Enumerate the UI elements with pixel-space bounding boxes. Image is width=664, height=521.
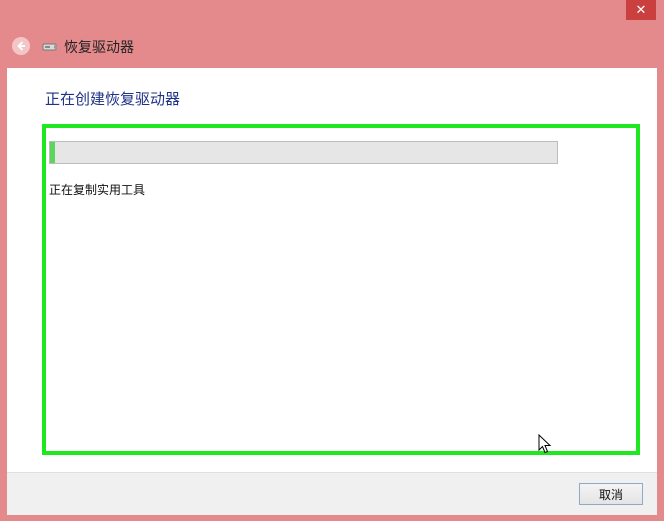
- window-title: 恢复驱动器: [64, 40, 134, 56]
- title-bar: 恢复驱动器: [0, 28, 664, 64]
- close-button[interactable]: ✕: [626, 0, 656, 20]
- mouse-cursor-icon: [538, 434, 552, 454]
- footer-bar: 取消: [7, 472, 657, 515]
- cancel-button[interactable]: 取消: [579, 483, 643, 505]
- usb-drive-icon: [42, 43, 57, 51]
- back-arrow-icon: [17, 41, 25, 51]
- highlight-annotation: [42, 124, 640, 455]
- close-icon: ✕: [635, 2, 647, 18]
- app-window: ✕ 恢复驱动器 正在创建恢复驱动器 正在复制实用工具 取消: [0, 0, 664, 521]
- page-heading: 正在创建恢复驱动器: [45, 90, 181, 108]
- progress-bar: [49, 141, 558, 164]
- dialog-content: 正在创建恢复驱动器 正在复制实用工具 取消: [7, 68, 657, 515]
- progress-bar-fill: [50, 142, 56, 163]
- status-text: 正在复制实用工具: [49, 183, 146, 197]
- back-button[interactable]: [12, 37, 30, 55]
